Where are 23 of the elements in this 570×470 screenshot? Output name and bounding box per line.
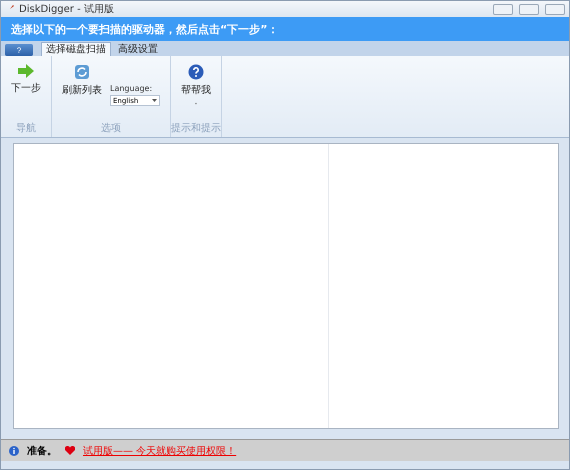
window-title: DiskDigger - 试用版 <box>19 2 115 16</box>
group-label: 提示和提示 <box>171 122 221 136</box>
ribbon-button[interactable]: 刷新列表 <box>62 64 102 97</box>
app-menu-button[interactable]: ? <box>5 44 33 56</box>
ribbon-tab[interactable]: 选择磁盘扫描 <box>41 42 111 56</box>
caret-icon <box>152 99 157 102</box>
close-button[interactable] <box>545 4 565 14</box>
help-icon <box>188 64 204 80</box>
refresh-icon <box>74 64 90 80</box>
language-label: Language: <box>110 84 154 93</box>
group-label: 导航 <box>15 122 37 136</box>
status-text: 准备。 <box>27 444 57 458</box>
ribbon-button[interactable]: 帮帮我 <box>181 64 211 97</box>
ribbon-button[interactable]: 下一步 <box>11 64 41 95</box>
ribbon-tab[interactable]: 高级设置 <box>113 42 163 56</box>
arrow-icon <box>18 64 34 78</box>
maximize-button[interactable] <box>519 4 539 14</box>
instruction-text: 选择以下的一个要扫描的驱动器，然后点击“下一步”： <box>11 22 278 36</box>
group-label: 选项 <box>100 122 122 136</box>
minimize-button[interactable] <box>493 4 513 14</box>
info-icon <box>9 446 19 456</box>
dot-text: · <box>194 99 198 110</box>
heart-icon <box>65 446 75 455</box>
